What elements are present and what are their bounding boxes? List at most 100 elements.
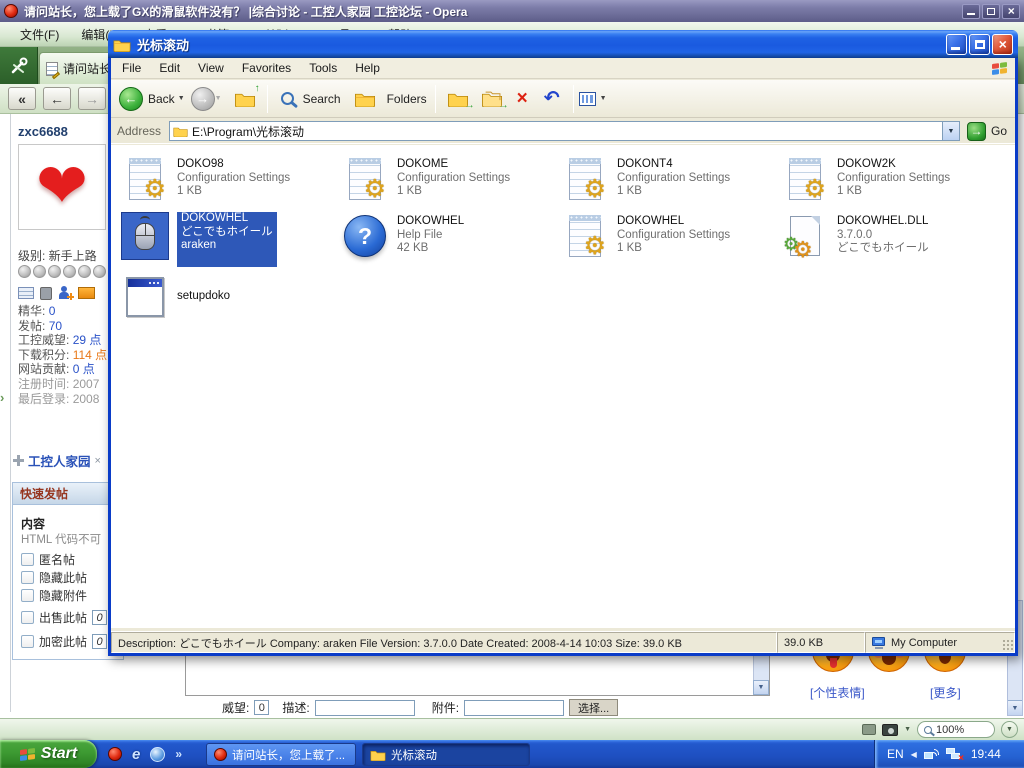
rewind-icon: « [18, 91, 26, 107]
menu-file[interactable]: File [113, 59, 150, 77]
checkbox[interactable] [21, 589, 34, 602]
checkbox[interactable] [21, 611, 34, 624]
folders-label[interactable]: Folders [387, 92, 427, 106]
menu-help[interactable]: Help [346, 59, 389, 77]
back-dropdown-icon[interactable]: ▼ [178, 95, 185, 102]
language-indicator[interactable]: EN [887, 747, 904, 761]
go-button[interactable]: → [967, 122, 986, 141]
file-tile[interactable]: ⚙ DOKOMEConfiguration Settings1 KB [337, 153, 557, 210]
menu-edit[interactable]: Edit [150, 59, 189, 77]
explorer-minimize-button[interactable] [946, 34, 967, 55]
file-tile[interactable]: ⚙ DOKO98Configuration Settings1 KB [117, 153, 337, 210]
file-type: Help File [397, 229, 464, 243]
copy-to-button[interactable]: → [481, 90, 503, 107]
custom-emoticons-link[interactable]: [个性表情] [810, 684, 865, 701]
fit-width-icon[interactable] [862, 724, 876, 735]
add-friend-icon[interactable] [58, 286, 72, 300]
checkbox[interactable] [21, 571, 34, 584]
clock[interactable]: 19:44 [971, 747, 1001, 761]
back-button[interactable]: ← [43, 87, 71, 110]
address-combobox[interactable]: E:\Program\光标滚动 ▼ [169, 121, 960, 141]
resize-grip[interactable] [1002, 639, 1014, 651]
file-tile[interactable]: ⚙ DOKONT4Configuration Settings1 KB [557, 153, 777, 210]
checkbox[interactable] [21, 553, 34, 566]
snapshot-icon[interactable] [882, 724, 898, 736]
opera-quicklaunch-icon[interactable] [108, 747, 122, 761]
zoom-dropdown-button[interactable]: ▼ [1001, 721, 1018, 738]
post-author-username[interactable]: zxc6688 [18, 124, 68, 139]
encrypt-post-option[interactable]: 加密此帖0 [21, 633, 107, 650]
forward-button[interactable]: → [78, 87, 106, 110]
file-tile[interactable]: setupdoko [117, 267, 337, 324]
ini-file-icon: ⚙ [561, 155, 609, 203]
explorer-maximize-button[interactable] [969, 34, 990, 55]
explorer-titlebar[interactable]: 光标滚动 × [108, 30, 1018, 58]
sidebar-expander[interactable]: › [0, 390, 4, 405]
user-card-icon[interactable] [18, 287, 34, 299]
up-button[interactable]: ↑ [234, 90, 256, 107]
opera-icon [214, 748, 227, 761]
forward-button[interactable]: → [191, 87, 215, 111]
scroll-down-arrow-icon[interactable]: ▼ [1008, 700, 1022, 715]
opera-window-title: 请问站长，您上载了GX的滑鼠软件没有？ |综合讨论 - 工控人家园 工控论坛 -… [24, 3, 962, 20]
file-tile-selected[interactable]: DOKOWHELどこでもホイールaraken [117, 210, 337, 267]
menu-favorites[interactable]: Favorites [233, 59, 300, 77]
more-emoticons-link[interactable]: [更多] [930, 684, 961, 701]
quick-launch-overflow-icon[interactable]: » [175, 747, 182, 761]
forward-dropdown-icon[interactable]: ▼ [215, 95, 222, 102]
wireless-network-icon[interactable] [924, 748, 939, 760]
network-disconnected-icon[interactable]: × [946, 748, 962, 761]
sms-icon[interactable] [40, 287, 52, 300]
file-tile[interactable]: ⚙⚙ DOKOWHEL.DLL3.7.0.0どこでもホイール [777, 210, 997, 267]
choose-file-button[interactable]: 选择... [569, 699, 618, 716]
attach-input[interactable] [464, 700, 564, 716]
hide-post-option[interactable]: 隐藏此帖 [21, 569, 87, 586]
ie-quicklaunch-icon[interactable]: e [132, 746, 140, 763]
folders-button[interactable] [354, 90, 376, 107]
back-button[interactable]: ← [119, 87, 143, 111]
file-tile[interactable]: ? DOKOWHELHelp File42 KB [337, 210, 557, 267]
undo-button[interactable]: ↶ [544, 89, 560, 108]
zoom-control[interactable]: 100% [917, 721, 995, 738]
views-dropdown-icon[interactable]: ▼ [600, 95, 607, 102]
score-input[interactable]: 0 [254, 700, 269, 715]
browser-globe-icon[interactable] [150, 747, 165, 762]
email-icon[interactable] [78, 287, 95, 299]
start-button[interactable]: Start [0, 740, 97, 768]
taskbar-task-opera[interactable]: 请问站长，您上载了... [206, 743, 356, 766]
close-icon[interactable]: × [95, 455, 101, 467]
move-to-button[interactable]: → [447, 90, 469, 107]
address-path[interactable]: E:\Program\光标滚动 [192, 123, 942, 140]
menu-tools[interactable]: Tools [300, 59, 346, 77]
menu-file[interactable]: 文件(F) [10, 24, 69, 45]
file-size: 1 KB [617, 185, 730, 199]
address-dropdown-button[interactable]: ▼ [942, 122, 959, 140]
scroll-down-arrow-icon[interactable]: ▼ [753, 680, 769, 695]
delete-button[interactable]: × [517, 89, 528, 108]
desc-input[interactable] [315, 700, 415, 716]
encrypt-password-input[interactable]: 0 [92, 634, 107, 649]
tray-collapse-icon[interactable]: ◀ [911, 750, 917, 759]
sell-price-input[interactable]: 0 [92, 610, 107, 625]
panels-toggle-button[interactable] [0, 47, 38, 84]
back-label: Back [148, 92, 175, 106]
forum-home-link[interactable]: 工控人家园 × [13, 451, 101, 470]
menu-view[interactable]: View [189, 59, 233, 77]
file-tile[interactable]: ⚙ DOKOWHELConfiguration Settings1 KB [557, 210, 777, 267]
file-tile[interactable]: ⚙ DOKOW2KConfiguration Settings1 KB [777, 153, 997, 210]
hide-attachment-option[interactable]: 隐藏附件 [21, 587, 87, 604]
go-label[interactable]: Go [991, 124, 1007, 138]
search-icon[interactable] [281, 92, 294, 105]
dropdown-arrow-icon[interactable]: ▼ [904, 726, 911, 733]
taskbar-task-explorer[interactable]: 光标滚动 [362, 743, 530, 766]
views-button[interactable] [579, 92, 596, 106]
rewind-button[interactable]: « [8, 87, 36, 110]
opera-close-button[interactable]: × [1002, 4, 1020, 19]
anonymous-option[interactable]: 匿名帖 [21, 551, 75, 568]
opera-restore-button[interactable] [982, 4, 1000, 19]
sell-post-option[interactable]: 出售此帖0 [21, 609, 107, 626]
explorer-close-button[interactable]: × [992, 34, 1013, 55]
checkbox[interactable] [21, 635, 34, 648]
opera-minimize-button[interactable] [962, 4, 980, 19]
search-label[interactable]: Search [303, 92, 341, 106]
